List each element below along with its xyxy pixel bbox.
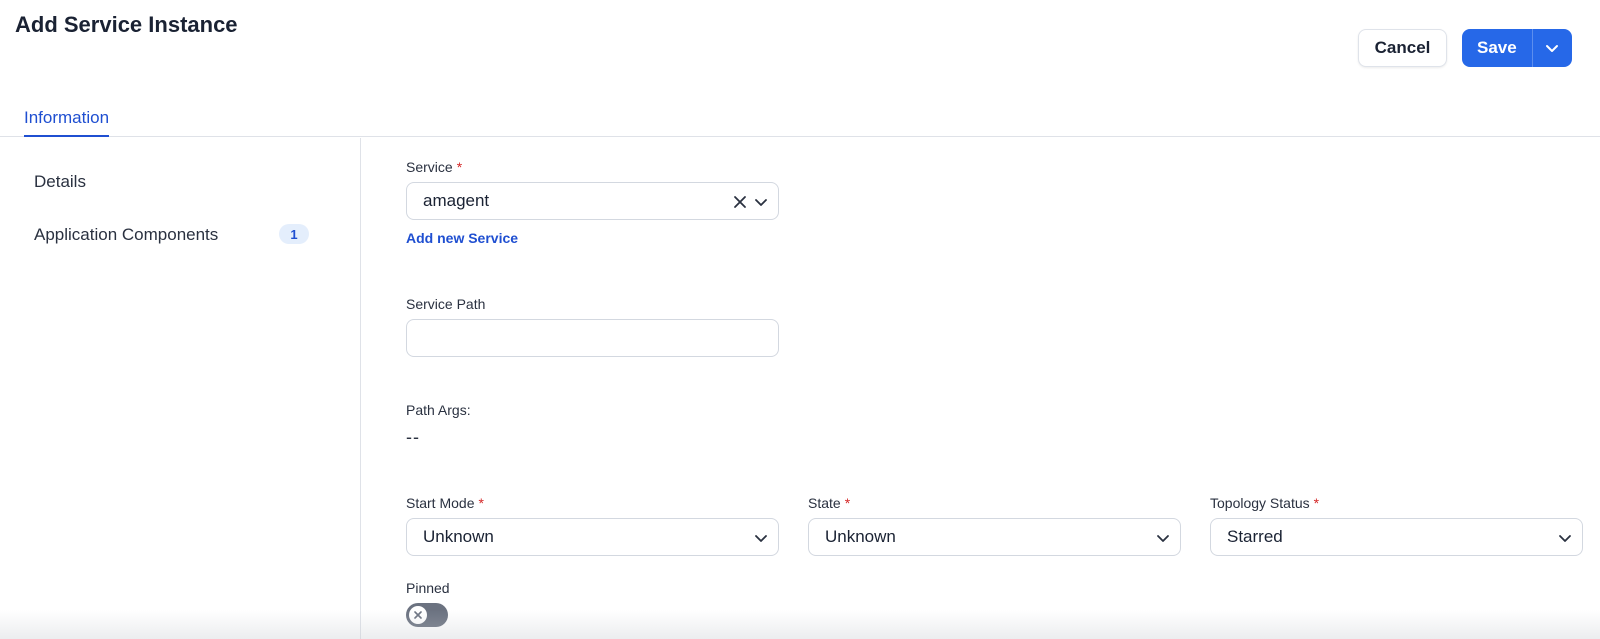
topology-status-select[interactable]: Starred (1210, 518, 1583, 556)
start-mode-select[interactable]: Unknown (406, 518, 779, 556)
state-label: State * (808, 495, 850, 511)
sidebar-item-details[interactable]: Details (34, 172, 86, 192)
chevron-down-icon (755, 535, 767, 542)
path-args-label: Path Args: (406, 402, 471, 418)
sidebar: Details Application Components 1 (0, 138, 361, 639)
add-new-service-link[interactable]: Add new Service (406, 230, 518, 246)
sidebar-item-application-components[interactable]: Application Components (34, 225, 218, 245)
service-select[interactable]: amagent (406, 182, 779, 220)
toggle-knob (409, 606, 427, 624)
required-mark: * (844, 495, 851, 511)
service-label: Service * (406, 159, 462, 175)
chevron-down-icon[interactable] (1544, 40, 1560, 56)
tab-bar: Information (0, 104, 1600, 137)
chevron-down-icon (1157, 535, 1169, 542)
topology-status-label-text: Topology Status (1210, 495, 1310, 511)
service-path-input[interactable] (406, 319, 779, 357)
path-args-value: -- (406, 427, 420, 447)
chevron-down-icon (1559, 535, 1571, 542)
count-badge: 1 (279, 224, 309, 244)
start-mode-label-text: Start Mode (406, 495, 475, 511)
start-mode-value: Unknown (423, 527, 494, 546)
start-mode-label: Start Mode * (406, 495, 484, 511)
pinned-label: Pinned (406, 580, 450, 596)
cancel-button[interactable]: Cancel (1358, 29, 1447, 67)
close-icon[interactable] (733, 195, 747, 209)
topology-status-value: Starred (1227, 527, 1283, 546)
state-value: Unknown (825, 527, 896, 546)
required-mark: * (456, 159, 463, 175)
x-icon (414, 611, 422, 619)
save-button-label: Save (1477, 38, 1517, 57)
save-button-divider (1532, 29, 1533, 67)
required-mark: * (478, 495, 484, 511)
save-button[interactable]: Save (1462, 29, 1572, 67)
tab-information[interactable]: Information (24, 108, 110, 137)
service-path-label: Service Path (406, 296, 486, 312)
state-select[interactable]: Unknown (808, 518, 1181, 556)
page-title: Add Service Instance (15, 12, 238, 37)
topology-status-label: Topology Status * (1210, 495, 1319, 511)
pinned-toggle[interactable] (406, 603, 448, 627)
service-label-text: Service (406, 159, 453, 175)
chevron-down-icon[interactable] (754, 195, 768, 209)
service-select-value: amagent (423, 191, 490, 210)
required-mark: * (1313, 495, 1320, 511)
state-label-text: State (808, 495, 841, 511)
